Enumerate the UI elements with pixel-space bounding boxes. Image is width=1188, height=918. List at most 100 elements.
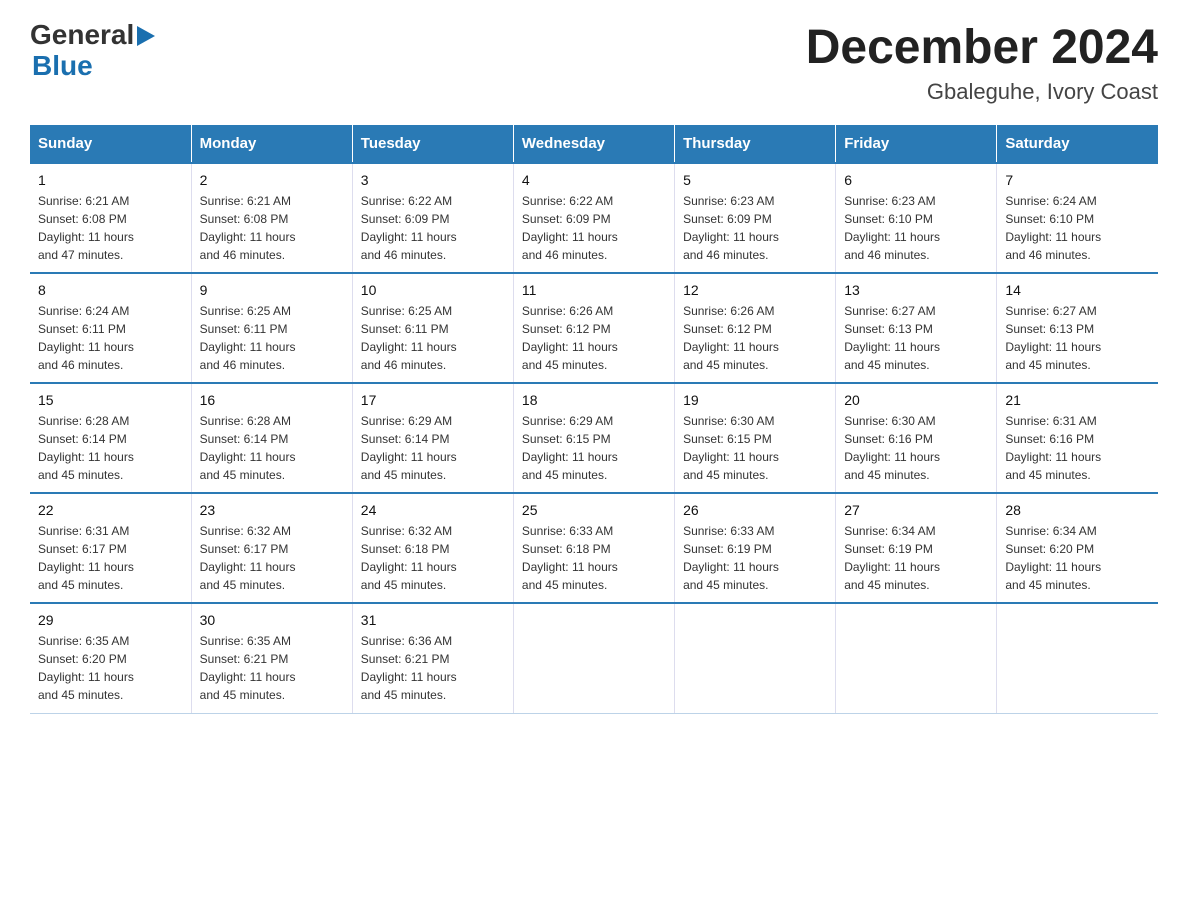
day-number: 12	[683, 282, 827, 298]
day-info: Sunrise: 6:27 AM Sunset: 6:13 PM Dayligh…	[844, 302, 988, 374]
day-number: 13	[844, 282, 988, 298]
day-cell: 29 Sunrise: 6:35 AM Sunset: 6:20 PM Dayl…	[30, 603, 191, 713]
header-thursday: Thursday	[675, 125, 836, 163]
day-number: 11	[522, 282, 666, 298]
page-header: General Blue December 2024 Gbaleguhe, Iv…	[30, 20, 1158, 105]
day-info: Sunrise: 6:31 AM Sunset: 6:16 PM Dayligh…	[1005, 412, 1150, 484]
day-cell: 1 Sunrise: 6:21 AM Sunset: 6:08 PM Dayli…	[30, 163, 191, 273]
calendar-header: SundayMondayTuesdayWednesdayThursdayFrid…	[30, 125, 1158, 163]
day-cell: 12 Sunrise: 6:26 AM Sunset: 6:12 PM Dayl…	[675, 273, 836, 383]
day-info: Sunrise: 6:23 AM Sunset: 6:09 PM Dayligh…	[683, 192, 827, 264]
header-wednesday: Wednesday	[513, 125, 674, 163]
day-info: Sunrise: 6:32 AM Sunset: 6:18 PM Dayligh…	[361, 522, 505, 594]
day-info: Sunrise: 6:25 AM Sunset: 6:11 PM Dayligh…	[361, 302, 505, 374]
day-number: 15	[38, 392, 183, 408]
day-number: 5	[683, 172, 827, 188]
day-cell: 22 Sunrise: 6:31 AM Sunset: 6:17 PM Dayl…	[30, 493, 191, 603]
header-tuesday: Tuesday	[352, 125, 513, 163]
header-monday: Monday	[191, 125, 352, 163]
day-cell: 4 Sunrise: 6:22 AM Sunset: 6:09 PM Dayli…	[513, 163, 674, 273]
day-info: Sunrise: 6:29 AM Sunset: 6:15 PM Dayligh…	[522, 412, 666, 484]
day-number: 21	[1005, 392, 1150, 408]
calendar-title-block: December 2024 Gbaleguhe, Ivory Coast	[806, 20, 1158, 105]
day-info: Sunrise: 6:34 AM Sunset: 6:19 PM Dayligh…	[844, 522, 988, 594]
day-info: Sunrise: 6:29 AM Sunset: 6:14 PM Dayligh…	[361, 412, 505, 484]
day-cell: 9 Sunrise: 6:25 AM Sunset: 6:11 PM Dayli…	[191, 273, 352, 383]
day-number: 26	[683, 502, 827, 518]
logo-arrow-icon	[137, 26, 155, 46]
day-info: Sunrise: 6:35 AM Sunset: 6:21 PM Dayligh…	[200, 632, 344, 704]
day-info: Sunrise: 6:25 AM Sunset: 6:11 PM Dayligh…	[200, 302, 344, 374]
day-info: Sunrise: 6:24 AM Sunset: 6:10 PM Dayligh…	[1005, 192, 1150, 264]
day-cell: 27 Sunrise: 6:34 AM Sunset: 6:19 PM Dayl…	[836, 493, 997, 603]
day-number: 4	[522, 172, 666, 188]
day-info: Sunrise: 6:22 AM Sunset: 6:09 PM Dayligh…	[522, 192, 666, 264]
day-info: Sunrise: 6:33 AM Sunset: 6:18 PM Dayligh…	[522, 522, 666, 594]
day-number: 27	[844, 502, 988, 518]
day-number: 28	[1005, 502, 1150, 518]
day-number: 20	[844, 392, 988, 408]
day-number: 24	[361, 502, 505, 518]
day-number: 17	[361, 392, 505, 408]
day-info: Sunrise: 6:36 AM Sunset: 6:21 PM Dayligh…	[361, 632, 505, 704]
day-info: Sunrise: 6:30 AM Sunset: 6:15 PM Dayligh…	[683, 412, 827, 484]
header-saturday: Saturday	[997, 125, 1158, 163]
day-number: 9	[200, 282, 344, 298]
day-cell: 13 Sunrise: 6:27 AM Sunset: 6:13 PM Dayl…	[836, 273, 997, 383]
logo-blue: Blue	[32, 51, 155, 82]
day-cell: 20 Sunrise: 6:30 AM Sunset: 6:16 PM Dayl…	[836, 383, 997, 493]
day-cell: 2 Sunrise: 6:21 AM Sunset: 6:08 PM Dayli…	[191, 163, 352, 273]
day-number: 31	[361, 612, 505, 628]
day-info: Sunrise: 6:23 AM Sunset: 6:10 PM Dayligh…	[844, 192, 988, 264]
day-cell: 30 Sunrise: 6:35 AM Sunset: 6:21 PM Dayl…	[191, 603, 352, 713]
day-cell	[997, 603, 1158, 713]
day-number: 22	[38, 502, 183, 518]
day-number: 3	[361, 172, 505, 188]
day-cell: 17 Sunrise: 6:29 AM Sunset: 6:14 PM Dayl…	[352, 383, 513, 493]
calendar-title: December 2024	[806, 20, 1158, 75]
day-number: 6	[844, 172, 988, 188]
day-cell: 28 Sunrise: 6:34 AM Sunset: 6:20 PM Dayl…	[997, 493, 1158, 603]
day-info: Sunrise: 6:28 AM Sunset: 6:14 PM Dayligh…	[38, 412, 183, 484]
header-row: SundayMondayTuesdayWednesdayThursdayFrid…	[30, 125, 1158, 163]
day-info: Sunrise: 6:35 AM Sunset: 6:20 PM Dayligh…	[38, 632, 183, 704]
day-info: Sunrise: 6:22 AM Sunset: 6:09 PM Dayligh…	[361, 192, 505, 264]
day-info: Sunrise: 6:28 AM Sunset: 6:14 PM Dayligh…	[200, 412, 344, 484]
day-info: Sunrise: 6:31 AM Sunset: 6:17 PM Dayligh…	[38, 522, 183, 594]
header-friday: Friday	[836, 125, 997, 163]
day-cell: 16 Sunrise: 6:28 AM Sunset: 6:14 PM Dayl…	[191, 383, 352, 493]
day-cell: 23 Sunrise: 6:32 AM Sunset: 6:17 PM Dayl…	[191, 493, 352, 603]
day-number: 7	[1005, 172, 1150, 188]
day-cell: 24 Sunrise: 6:32 AM Sunset: 6:18 PM Dayl…	[352, 493, 513, 603]
day-number: 16	[200, 392, 344, 408]
day-cell: 25 Sunrise: 6:33 AM Sunset: 6:18 PM Dayl…	[513, 493, 674, 603]
week-row-1: 1 Sunrise: 6:21 AM Sunset: 6:08 PM Dayli…	[30, 163, 1158, 273]
day-info: Sunrise: 6:30 AM Sunset: 6:16 PM Dayligh…	[844, 412, 988, 484]
day-cell: 8 Sunrise: 6:24 AM Sunset: 6:11 PM Dayli…	[30, 273, 191, 383]
day-cell: 31 Sunrise: 6:36 AM Sunset: 6:21 PM Dayl…	[352, 603, 513, 713]
day-number: 8	[38, 282, 183, 298]
day-cell: 18 Sunrise: 6:29 AM Sunset: 6:15 PM Dayl…	[513, 383, 674, 493]
day-info: Sunrise: 6:34 AM Sunset: 6:20 PM Dayligh…	[1005, 522, 1150, 594]
day-cell	[836, 603, 997, 713]
day-info: Sunrise: 6:21 AM Sunset: 6:08 PM Dayligh…	[38, 192, 183, 264]
day-number: 2	[200, 172, 344, 188]
header-sunday: Sunday	[30, 125, 191, 163]
day-number: 10	[361, 282, 505, 298]
day-cell	[675, 603, 836, 713]
day-info: Sunrise: 6:21 AM Sunset: 6:08 PM Dayligh…	[200, 192, 344, 264]
week-row-4: 22 Sunrise: 6:31 AM Sunset: 6:17 PM Dayl…	[30, 493, 1158, 603]
day-cell	[513, 603, 674, 713]
day-info: Sunrise: 6:26 AM Sunset: 6:12 PM Dayligh…	[683, 302, 827, 374]
logo-general: General	[30, 20, 134, 51]
day-number: 29	[38, 612, 183, 628]
week-row-3: 15 Sunrise: 6:28 AM Sunset: 6:14 PM Dayl…	[30, 383, 1158, 493]
logo: General Blue	[30, 20, 155, 82]
calendar-subtitle: Gbaleguhe, Ivory Coast	[806, 79, 1158, 105]
day-cell: 19 Sunrise: 6:30 AM Sunset: 6:15 PM Dayl…	[675, 383, 836, 493]
calendar-body: 1 Sunrise: 6:21 AM Sunset: 6:08 PM Dayli…	[30, 163, 1158, 713]
day-cell: 26 Sunrise: 6:33 AM Sunset: 6:19 PM Dayl…	[675, 493, 836, 603]
calendar-table: SundayMondayTuesdayWednesdayThursdayFrid…	[30, 125, 1158, 714]
day-info: Sunrise: 6:27 AM Sunset: 6:13 PM Dayligh…	[1005, 302, 1150, 374]
day-cell: 7 Sunrise: 6:24 AM Sunset: 6:10 PM Dayli…	[997, 163, 1158, 273]
